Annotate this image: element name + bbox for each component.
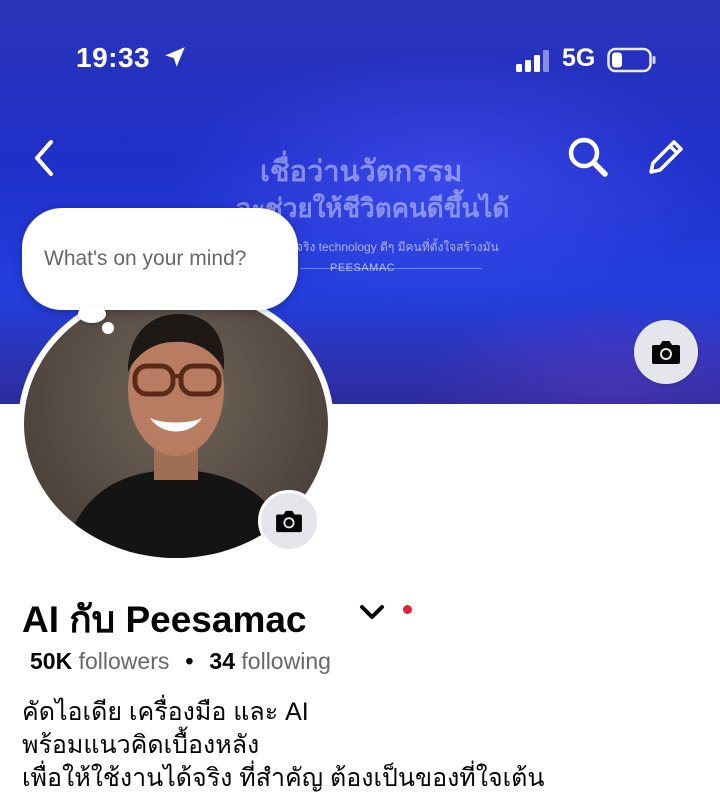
thought-bubble-text: What's on your mind?	[44, 247, 247, 270]
following-label: following	[241, 648, 331, 674]
battery-icon	[607, 47, 656, 73]
signal-bars-icon	[516, 50, 549, 72]
bio-line: คัดไอเดีย เครื่องมือ และ AI	[22, 698, 309, 726]
camera-icon	[276, 510, 302, 533]
thought-bubble-dot-small	[102, 322, 114, 334]
follow-stats: 50K followers • 34 following	[30, 648, 331, 675]
back-button[interactable]	[24, 136, 64, 180]
pencil-icon	[649, 140, 683, 174]
search-icon	[568, 137, 608, 177]
followers-link[interactable]: 50K followers	[30, 648, 169, 675]
profile-name: AI กับ Peesamac	[22, 599, 307, 640]
avatar-camera-button[interactable]	[258, 490, 320, 552]
search-button[interactable]	[565, 134, 611, 180]
bio: คัดไอเดีย เครื่องมือ และ AI พร้อมแนวคิดเ…	[22, 696, 712, 795]
bio-line: เพื่อให้ใช้งานได้จริง ที่สำคัญ ต้องเป็นข…	[22, 764, 545, 792]
cover-camera-button[interactable]	[634, 320, 698, 384]
followers-count: 50K	[30, 648, 73, 674]
following-link[interactable]: 34 following	[209, 648, 330, 675]
thought-bubble-dot	[78, 305, 106, 323]
location-arrow-icon	[165, 47, 185, 67]
cover-tagline: จริง technology ดีๆ มีคนที่ตั้งใจสร้างมั…	[296, 240, 499, 254]
cover-brand: PEESAMAC	[330, 262, 396, 274]
chevron-down-icon[interactable]	[356, 596, 388, 628]
status-time: 19:33	[76, 42, 151, 73]
thought-bubble[interactable]: What's on your mind?	[22, 208, 298, 310]
back-chevron-icon	[35, 140, 53, 176]
network-label: 5G	[562, 44, 596, 72]
edit-button[interactable]	[643, 134, 689, 180]
stats-separator: •	[185, 648, 194, 674]
following-count: 34	[209, 648, 236, 674]
camera-icon	[652, 341, 680, 364]
notification-dot	[403, 605, 412, 614]
followers-label: followers	[78, 648, 170, 674]
bio-line: พร้อมแนวคิดเบื้องหลัง	[22, 731, 260, 759]
